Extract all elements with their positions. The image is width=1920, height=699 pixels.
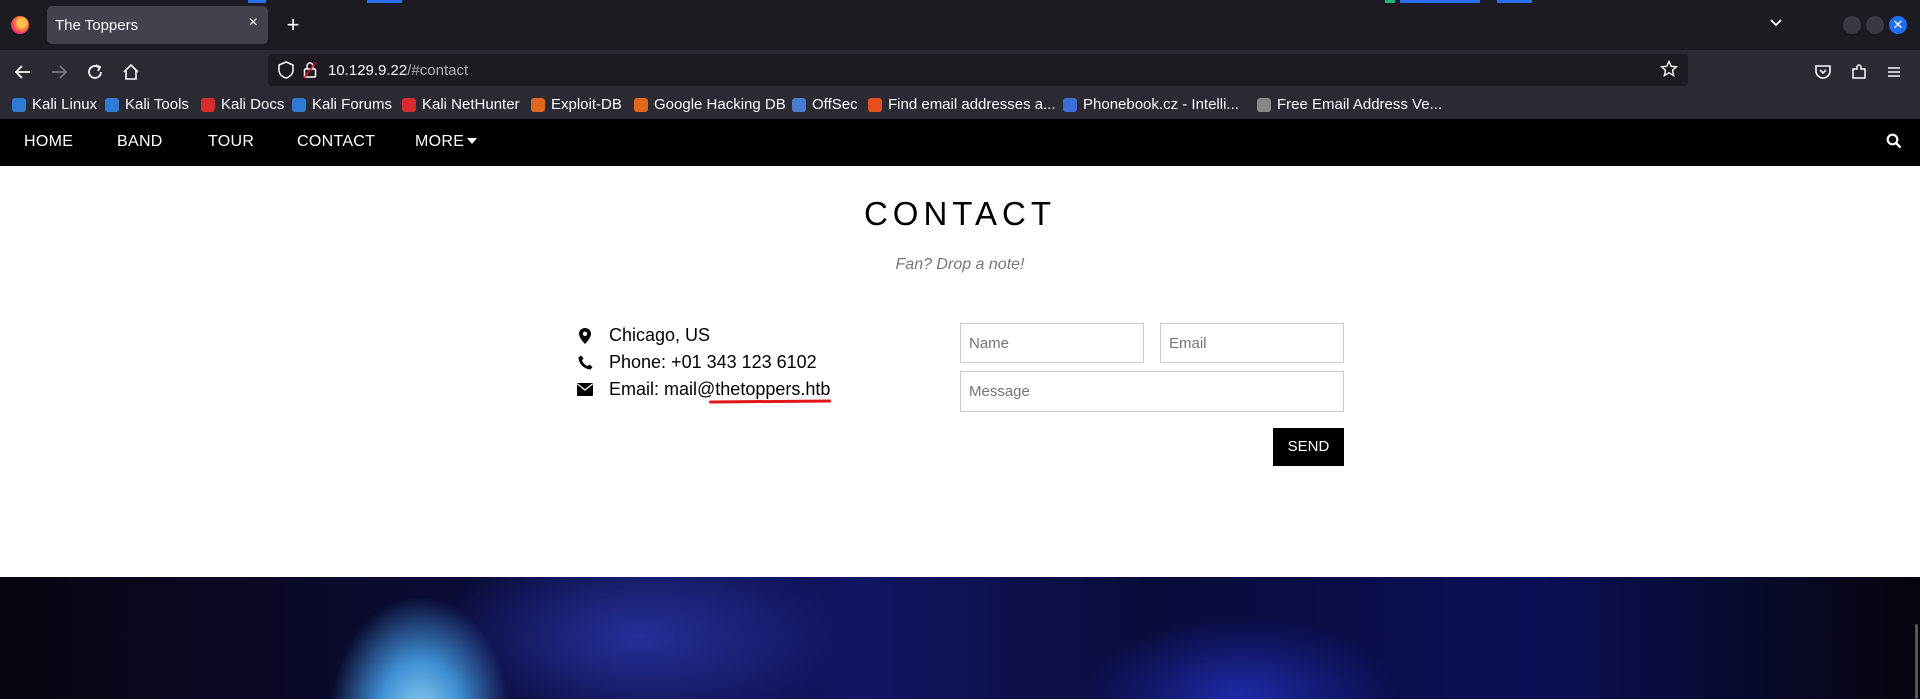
ghdb-icon (634, 97, 648, 112)
offsec-icon (792, 97, 806, 112)
url-text[interactable]: 10.129.9.22/#contact (328, 62, 468, 79)
tab-indicator (1385, 0, 1395, 3)
bookmark-google-hacking-db[interactable]: Google Hacking DB (634, 96, 786, 113)
bookmark-kali-docs[interactable]: Kali Docs (201, 96, 284, 113)
email-prefix: Email: mail@ (609, 379, 716, 399)
bookmark-phonebook[interactable]: Phonebook.cz - Intelli... (1063, 96, 1239, 113)
site-navbar: HOME BAND TOUR CONTACT MORE (0, 119, 1920, 166)
bookmark-exploit-db[interactable]: Exploit-DB (531, 96, 622, 113)
bookmark-label: Kali NetHunter (422, 96, 520, 113)
kali-forums-icon (292, 97, 306, 112)
phonebook-icon (1063, 97, 1077, 112)
bookmark-label: Free Email Address Ve... (1277, 96, 1443, 113)
bookmark-label: Kali Tools (125, 96, 189, 113)
tracking-shield-icon[interactable] (278, 61, 294, 84)
bookmark-offsec[interactable]: OffSec (792, 96, 858, 113)
kali-nethunter-icon (402, 97, 416, 112)
minimize-button[interactable] (1843, 16, 1861, 34)
bookmark-label: Exploit-DB (551, 96, 622, 113)
bookmark-find-email[interactable]: Find email addresses a... (868, 96, 1056, 113)
site-search-icon[interactable] (1886, 133, 1902, 154)
tab-close-icon[interactable]: × (249, 14, 258, 32)
exploit-db-icon (531, 97, 545, 112)
nav-more-dropdown[interactable]: MORE (415, 133, 478, 151)
nav-tour[interactable]: TOUR (208, 133, 254, 151)
kali-tools-icon (105, 97, 119, 112)
hunter-icon (868, 97, 882, 112)
nav-band[interactable]: BAND (117, 133, 163, 151)
tab-indicator (367, 0, 402, 3)
home-icon[interactable] (117, 58, 145, 86)
bookmark-kali-forums[interactable]: Kali Forums (292, 96, 392, 113)
map-marker-icon (575, 327, 595, 344)
bookmark-kali-linux[interactable]: Kali Linux (12, 96, 97, 113)
bookmark-label: Kali Docs (221, 96, 285, 113)
envelope-icon (575, 383, 595, 396)
contact-subtitle: Fan? Drop a note! (895, 256, 1025, 273)
email-text[interactable]: Email: mail@thetoppers.htb (609, 379, 830, 400)
menu-icon[interactable] (1880, 58, 1908, 86)
pocket-icon[interactable] (1809, 58, 1837, 86)
bookmarks-toolbar: Kali Linux Kali Tools Kali Docs Kali For… (0, 93, 1920, 119)
message-input[interactable] (960, 371, 1344, 412)
nav-more-label: MORE (415, 133, 465, 150)
address-bar[interactable]: 10.129.9.22/#contact (268, 54, 1688, 86)
forward-icon[interactable] (45, 58, 73, 86)
red-annotation-underline (708, 399, 832, 404)
bookmark-label: Kali Linux (32, 96, 98, 113)
back-icon[interactable] (9, 58, 37, 86)
url-path: /#contact (407, 62, 469, 79)
tab-indicator (1400, 0, 1480, 3)
email-input[interactable] (1160, 323, 1344, 363)
bookmark-label: Google Hacking DB (654, 96, 786, 113)
tab-list-chevron-icon[interactable] (1768, 14, 1784, 35)
nav-contact[interactable]: CONTACT (297, 133, 375, 151)
email-domain: thetoppers.htb (715, 379, 831, 399)
bookmark-label: Kali Forums (312, 96, 393, 113)
bookmark-label: OffSec (812, 96, 858, 113)
kali-docs-icon (201, 97, 215, 112)
band-photo (0, 577, 1920, 699)
browser-tab[interactable]: The Toppers × (47, 6, 268, 44)
bookmark-free-email-verifier[interactable]: Free Email Address Ve... (1257, 96, 1442, 113)
tab-indicator (248, 0, 266, 3)
extensions-icon[interactable] (1845, 58, 1873, 86)
page-info-icon[interactable] (303, 61, 317, 84)
tab-indicator (1497, 0, 1532, 3)
maximize-button[interactable] (1866, 16, 1884, 34)
new-tab-button[interactable]: + (280, 12, 306, 38)
close-window-button[interactable]: ✕ (1889, 16, 1907, 34)
caret-down-icon (467, 138, 478, 144)
phone-text: Phone: +01 343 123 6102 (609, 352, 817, 372)
bookmark-kali-nethunter[interactable]: Kali NetHunter (402, 96, 520, 113)
browser-toolbar: 10.129.9.22/#contact (0, 50, 1920, 93)
nav-home[interactable]: HOME (24, 133, 73, 151)
name-input[interactable] (960, 323, 1144, 363)
kali-linux-icon (12, 97, 26, 112)
url-host: 10.129.9.22 (328, 62, 408, 79)
tab-title: The Toppers (55, 17, 139, 34)
phone-icon (575, 355, 595, 370)
contact-phone: Phone: +01 343 123 6102 (575, 352, 817, 373)
email-verifier-icon (1257, 97, 1271, 112)
send-button[interactable]: SEND (1273, 428, 1344, 466)
page-scrollbar[interactable] (1915, 624, 1918, 699)
bookmark-kali-tools[interactable]: Kali Tools (105, 96, 189, 113)
reload-icon[interactable] (81, 58, 109, 86)
location-text: Chicago, US (609, 325, 711, 345)
bookmark-label: Phonebook.cz - Intelli... (1083, 96, 1239, 113)
bookmark-label: Find email addresses a... (888, 96, 1056, 113)
contact-email: Email: mail@thetoppers.htb (575, 379, 830, 400)
contact-location: Chicago, US (575, 325, 710, 346)
contact-heading: CONTACT (863, 195, 1057, 232)
bookmark-star-icon[interactable] (1659, 59, 1679, 83)
firefox-logo-icon[interactable] (11, 16, 29, 34)
browser-tab-bar: The Toppers × + ✕ (0, 0, 1920, 50)
